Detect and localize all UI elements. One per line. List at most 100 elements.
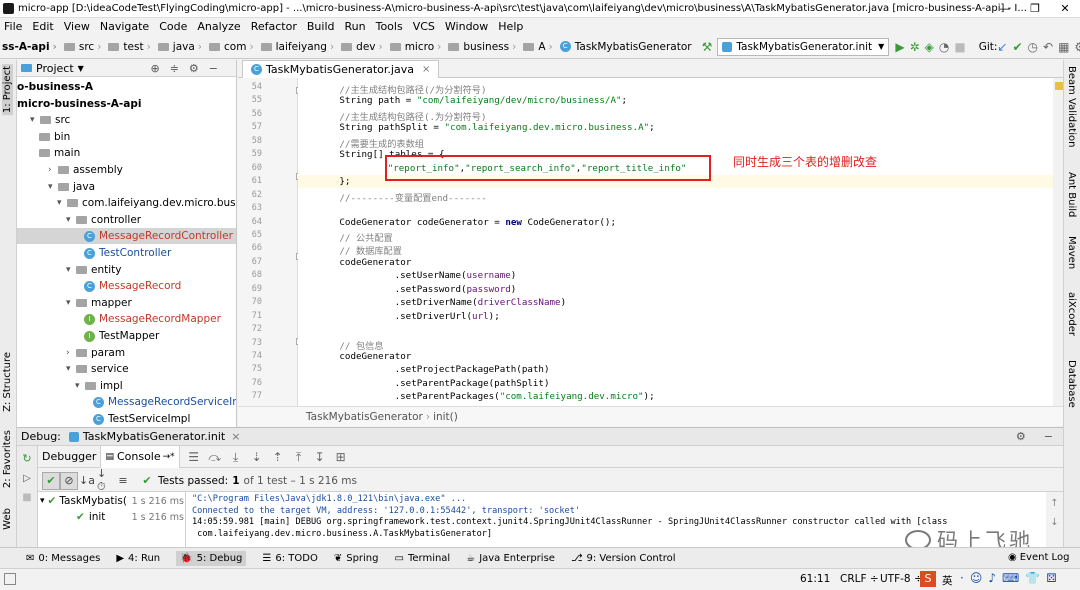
step-into-icon[interactable]: ⤓ [228,449,244,465]
breadcrumb-item[interactable]: micro › [389,41,445,53]
breadcrumb-item[interactable]: A › [523,41,555,53]
tool-window-6-todo[interactable]: ☰ 6: TODO [262,553,317,564]
line-separator[interactable]: CRLF ÷ [840,573,879,585]
settings-icon[interactable]: ⚙ [1074,39,1080,55]
mic-icon[interactable]: ♪ [988,571,1002,585]
arrow-down-icon[interactable]: ↓ [1046,517,1063,528]
tool-window-terminal[interactable]: ▭ Terminal [395,553,451,564]
chevron-right-icon[interactable]: › [48,165,58,175]
chevron-down-icon[interactable]: ▾ [48,182,58,192]
chevron-down-icon[interactable]: ▾ [30,115,40,125]
breadcrumb-item[interactable]: ss-A-api › [2,41,60,53]
menu-view[interactable]: View [64,20,90,33]
run-icon[interactable]: ▶ [895,39,904,55]
tool-aixcoder[interactable]: aiXcoder [1066,292,1077,336]
tree-item[interactable]: micro-business-A-api [17,96,142,112]
profile-icon[interactable]: ◔ [939,39,949,55]
git-commit-icon[interactable]: ✔ [1012,39,1022,55]
git-rollback-icon[interactable]: ↶ [1043,39,1053,55]
tree-item[interactable]: › param [66,345,125,361]
menu-help[interactable]: Help [498,20,523,33]
tree-item[interactable]: ▾ java [48,179,95,195]
tree-item[interactable]: ▾ impl [75,378,123,394]
tool-beam-validation[interactable]: Beam Validation [1066,66,1077,147]
breadcrumb-item[interactable]: dev › [341,41,386,53]
tools-icon[interactable]: ⚄ [1046,571,1062,585]
ime-mode[interactable]: 英 [942,573,953,588]
stop-icon[interactable]: ■ [954,39,965,55]
breadcrumb-item[interactable]: laifeiyang › [260,41,338,53]
locate-icon[interactable]: ⊕ [150,62,169,75]
menu-code[interactable]: Code [159,20,187,33]
menu-edit[interactable]: Edit [32,20,53,33]
tree-item[interactable]: o-business-A [17,79,93,95]
drop-frame-icon[interactable]: ⤒ [291,449,307,465]
test-row-class[interactable]: ▾ ✔ TaskMybatis( 1 s 216 ms [40,495,184,507]
step-out-icon[interactable]: ⇡ [270,449,286,465]
chevron-down-icon[interactable]: ▾ [66,215,76,225]
resume-icon[interactable]: ▷ [17,473,37,484]
show-passed-icon[interactable]: ✔ [42,471,60,490]
console-scroll[interactable]: ↑ ↓ [1046,492,1063,547]
git-update-icon[interactable]: ↙ [997,39,1007,55]
close-icon[interactable]: × [422,64,430,75]
gear-icon[interactable]: ⚙ [1016,430,1026,443]
tool-window-9-version-control[interactable]: ⎇ 9: Version Control [571,553,676,564]
tool-structure[interactable]: Z: Structure [2,352,13,412]
tool-favorites[interactable]: 2: Favorites [2,430,13,488]
debug-icon[interactable]: ✲ [910,39,920,55]
menu-file[interactable]: File [4,20,22,33]
chevron-down-icon[interactable]: ▼ [78,64,84,73]
test-row-method[interactable]: ✔ init 1 s 216 ms [76,511,184,523]
tool-window-java-enterprise[interactable]: ☕ Java Enterprise [466,553,555,564]
breadcrumb-item[interactable]: test › [108,41,153,53]
chevron-down-icon[interactable]: ▾ [66,298,76,308]
step-over-icon[interactable]: ⤼ [207,449,223,465]
rerun-icon[interactable]: ↻ [17,452,37,465]
tree-item[interactable]: I TestMapper [84,328,159,344]
menu-navigate[interactable]: Navigate [100,20,149,33]
expand-all-icon[interactable]: ≡ [114,472,132,490]
hide-icon[interactable]: − [1044,430,1053,443]
breadcrumb-item[interactable]: business › [448,41,519,53]
tool-window-spring[interactable]: ❦ Spring [334,553,379,564]
tool-maven[interactable]: Maven [1066,236,1077,269]
breadcrumb-item[interactable]: src › [63,41,105,53]
hide-icon[interactable]: − [209,62,228,75]
tree-item[interactable]: C MessageRecord [84,278,181,294]
project-structure-icon[interactable]: ▦ [1058,39,1069,55]
chevron-down-icon[interactable]: ▾ [75,381,85,391]
chevron-down-icon[interactable]: ▾ [66,364,76,374]
debug-config-tab[interactable]: TaskMybatisGenerator.init [83,430,225,443]
tree-item[interactable]: ▾ controller [66,212,141,228]
breadcrumb-item[interactable]: com › [209,41,257,53]
tool-window-5-debug[interactable]: 🐞 5: Debug [176,550,247,566]
tool-project[interactable]: 1: Project [2,64,13,116]
chevron-right-icon[interactable]: › [66,348,76,358]
chevron-down-icon[interactable]: ▾ [66,265,76,275]
tree-item[interactable]: ▾ mapper [66,295,132,311]
stop-icon[interactable]: ■ [17,492,37,503]
breadcrumb-method[interactable]: init() [433,411,458,423]
punct-icon[interactable]: · [960,571,970,585]
evaluate-icon[interactable]: ⊞ [333,449,349,465]
breadcrumb-item[interactable]: java › [157,41,205,53]
menu-analyze[interactable]: Analyze [197,20,240,33]
menu-vcs[interactable]: VCS [413,20,435,33]
coverage-icon[interactable]: ◈ [925,39,934,55]
tree-item[interactable]: ▾ service [66,361,129,377]
collapse-icon[interactable]: ≑ [170,62,189,75]
tool-window-0-messages[interactable]: ✉ 0: Messages [26,553,100,564]
gear-icon[interactable]: ⚙ [189,62,209,75]
minimize-icon[interactable]: — [990,1,1020,17]
build-hammer-icon[interactable]: ⚒ [702,39,713,55]
restore-layout-icon[interactable]: ☰ [186,449,202,465]
tree-item[interactable]: bin [39,129,70,145]
file-encoding[interactable]: UTF-8 ÷ [880,573,923,585]
caret-position[interactable]: 61:11 [800,573,830,585]
tool-web[interactable]: Web [2,508,13,530]
menu-refactor[interactable]: Refactor [251,20,297,33]
tab-console[interactable]: ▤ Console →* [101,445,180,468]
tab-debugger[interactable]: Debugger [38,445,102,468]
event-log[interactable]: ◉ Event Log [1008,552,1069,563]
